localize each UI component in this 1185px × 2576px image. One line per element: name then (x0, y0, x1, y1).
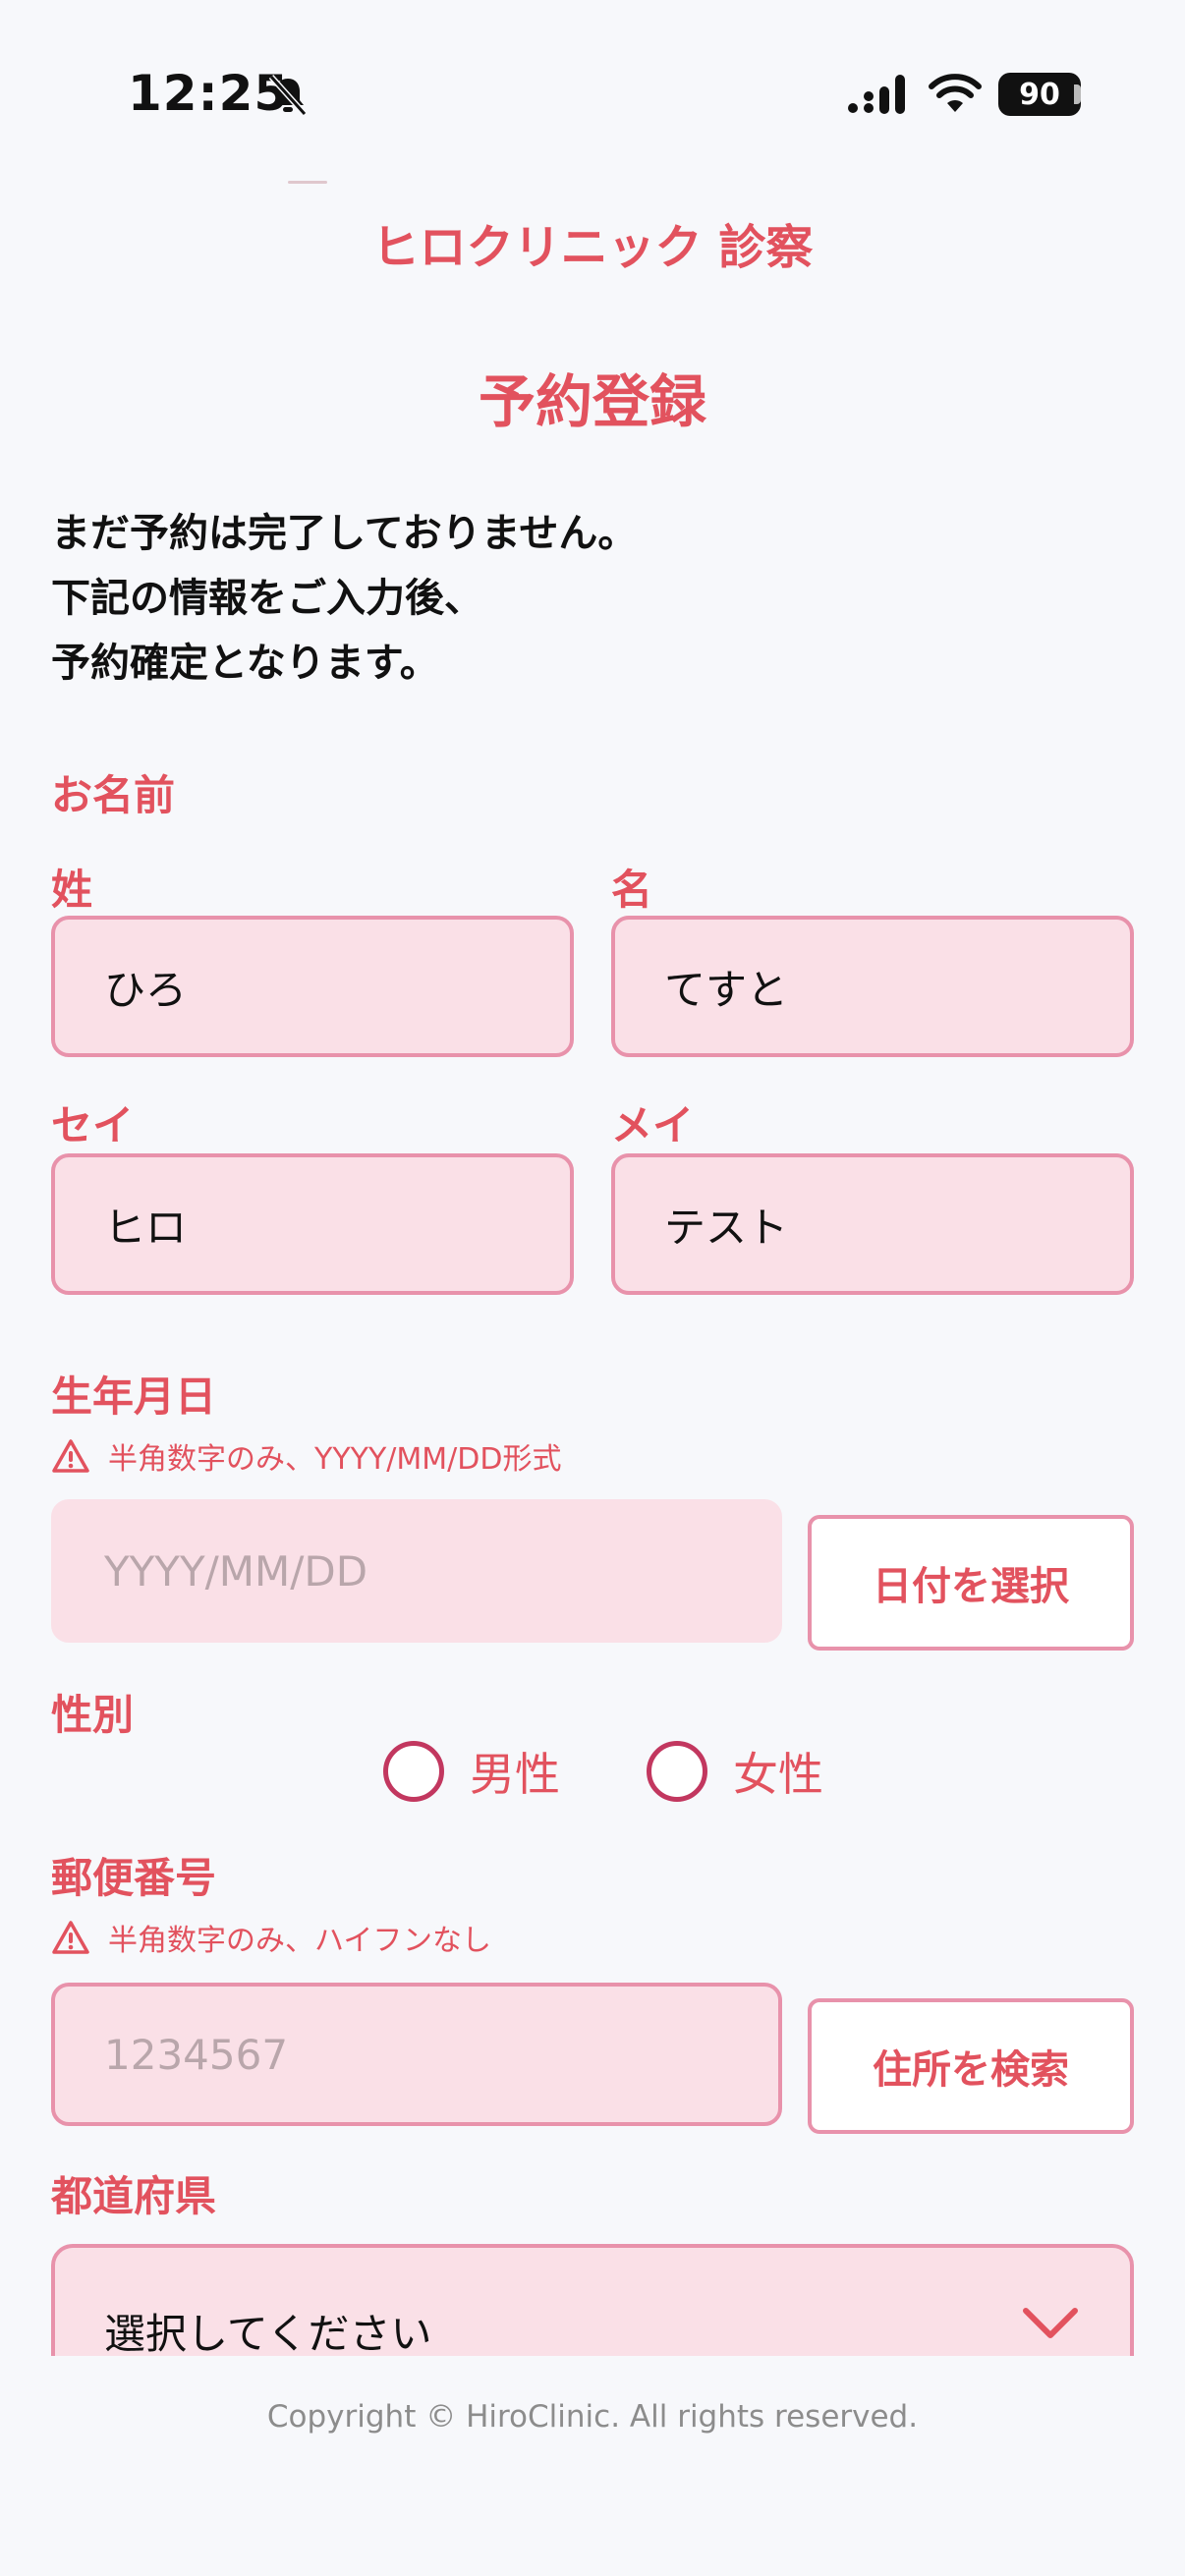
footer-area (0, 2356, 1185, 2576)
prefecture-selected-value: 選択してください (104, 2310, 432, 2358)
birthdate-input[interactable]: YYYY/MM/DD (51, 1499, 782, 1643)
last-name-value: ひろ (104, 965, 188, 1014)
postal-code-input[interactable]: 1234567 (51, 1983, 782, 2126)
intro-line: まだ予約は完了しておりません。 (51, 511, 638, 556)
first-name-value: てすと (664, 965, 789, 1014)
gender-female-label: 女性 (733, 1748, 823, 1801)
wifi-icon (929, 74, 982, 112)
status-bar: 12:25 90 (0, 0, 1185, 187)
birthdate-label: 生年月日 (51, 1372, 217, 1421)
battery-level: 90 (1019, 77, 1060, 112)
search-address-button[interactable]: 住所を検索 (808, 1998, 1134, 2134)
bell-muted-icon (268, 74, 308, 117)
postal-code-placeholder: 1234567 (104, 2030, 289, 2079)
gender-option-male[interactable]: 男性 (383, 1739, 560, 1804)
chevron-down-icon (1023, 2308, 1078, 2338)
name-section-label: お名前 (51, 771, 176, 819)
battery-indicator: 90 (998, 73, 1081, 116)
first-name-kana-input[interactable]: テスト (611, 1153, 1134, 1295)
postal-code-hint: 半角数字のみ、ハイフンなし (51, 1916, 491, 1959)
gender-male-label: 男性 (470, 1748, 560, 1801)
first-name-kana-value: テスト (664, 1203, 789, 1252)
birthdate-hint: 半角数字のみ、YYYY/MM/DD形式 (51, 1434, 561, 1478)
last-name-kana-label: セイ (51, 1101, 135, 1149)
birthdate-hint-text: 半角数字のみ、YYYY/MM/DD形式 (108, 1442, 562, 1477)
warning-icon (52, 1921, 89, 1954)
gender-label: 性別 (51, 1691, 135, 1739)
cellular-signal-icon (848, 75, 905, 114)
clinic-name: ヒロクリニック 診察 (371, 220, 814, 275)
radio-male[interactable] (383, 1741, 444, 1802)
battery-cap (1074, 84, 1081, 104)
birthdate-placeholder: YYYY/MM/DD (104, 1546, 368, 1596)
last-name-kana-value: ヒロ (104, 1203, 188, 1252)
prefecture-label: 都道府県 (51, 2172, 217, 2220)
first-name-label: 名 (611, 866, 653, 914)
last-name-kana-input[interactable]: ヒロ (51, 1153, 574, 1295)
select-date-button[interactable]: 日付を選択 (808, 1515, 1134, 1651)
radio-female[interactable] (647, 1741, 707, 1802)
first-name-kana-label: メイ (611, 1101, 695, 1149)
intro-line: 予約確定となります。 (51, 641, 439, 686)
copyright-text: Copyright © HiroClinic. All rights reser… (266, 2399, 919, 2435)
intro-line: 下記の情報をご入力後、 (51, 576, 483, 621)
page-title: 予約登録 (478, 368, 706, 435)
gender-option-female[interactable]: 女性 (647, 1739, 823, 1804)
intro-message: まだ予約は完了しておりません。 下記の情報をご入力後、 予約確定となります。 (51, 501, 1132, 696)
last-name-label: 姓 (51, 866, 93, 914)
warning-icon (52, 1439, 89, 1473)
postal-code-label: 郵便番号 (51, 1854, 217, 1902)
decorative-line (288, 181, 327, 184)
first-name-input[interactable]: てすと (611, 916, 1134, 1057)
last-name-input[interactable]: ひろ (51, 916, 574, 1057)
postal-code-hint-text: 半角数字のみ、ハイフンなし (108, 1924, 491, 1958)
